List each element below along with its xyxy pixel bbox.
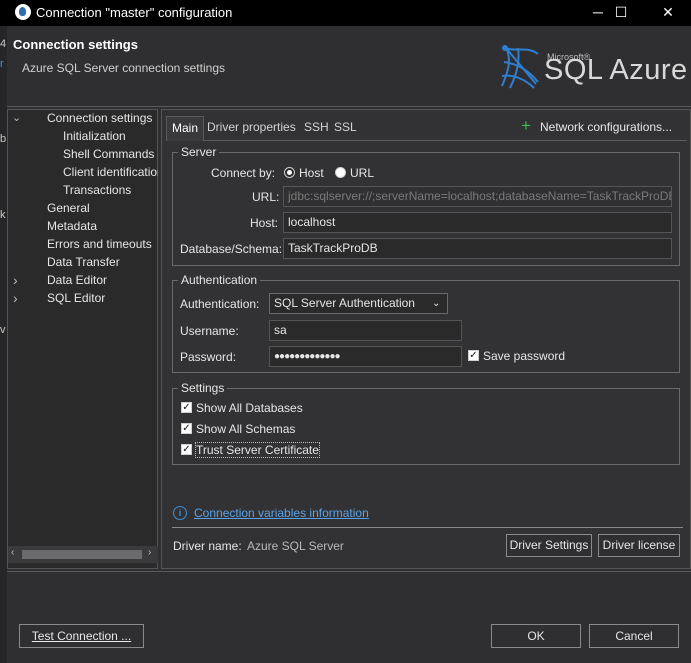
logo-text: SQL Azure — [544, 54, 688, 86]
window-title: Connection "master" configuration — [36, 5, 233, 20]
chevron-down-icon[interactable]: ⌄ — [12, 109, 21, 127]
chevron-down-icon[interactable]: ⌄ — [432, 294, 440, 313]
settings-legend: Settings — [181, 381, 225, 395]
password-label: Password: — [180, 350, 237, 364]
scroll-left-icon[interactable]: ‹ — [11, 547, 14, 558]
info-icon: i — [173, 506, 187, 520]
username-input[interactable]: sa — [269, 320, 462, 341]
show-all-schemas-checkbox[interactable]: ✓ — [181, 423, 192, 434]
url-label: URL: — [252, 190, 280, 204]
authentication-select[interactable]: SQL Server Authentication ⌄ — [269, 293, 448, 314]
divider — [172, 527, 683, 528]
tab-bar-divider — [167, 140, 687, 141]
edge-char: r — [0, 58, 4, 70]
host-radio-label[interactable]: Host — [299, 166, 324, 180]
tab-ssl[interactable]: SSL — [334, 120, 357, 134]
tree-item-client-identification[interactable]: Client identification — [63, 163, 158, 181]
page-title: Connection settings — [13, 37, 138, 52]
scroll-right-icon[interactable]: › — [148, 547, 151, 558]
edge-char: b — [0, 133, 7, 145]
host-label: Host: — [250, 216, 279, 230]
username-label: Username: — [180, 324, 239, 338]
driver-name-value: Azure SQL Server — [247, 539, 344, 553]
host-radio[interactable] — [284, 167, 295, 178]
connection-variables-link[interactable]: Connection variables information — [194, 506, 369, 520]
tree-item-transactions[interactable]: Transactions — [63, 181, 131, 199]
tree-item-initialization[interactable]: Initialization — [63, 127, 126, 145]
tab-main[interactable]: Main — [166, 116, 205, 141]
show-all-schemas-label[interactable]: Show All Schemas — [196, 422, 295, 436]
show-all-databases-label[interactable]: Show All Databases — [196, 401, 303, 415]
horizontal-scrollbar[interactable]: ‹ › — [8, 546, 158, 563]
tree-item-general[interactable]: General — [47, 199, 90, 217]
close-button[interactable]: ✕ — [645, 0, 691, 26]
ok-button[interactable]: OK — [491, 624, 581, 648]
tab-driver-properties[interactable]: Driver properties — [207, 120, 296, 134]
tab-ssh[interactable]: SSH — [304, 120, 329, 134]
network-configurations-button[interactable]: Network configurations... — [540, 120, 672, 134]
authentication-legend: Authentication — [181, 273, 258, 287]
tree-item-data-transfer[interactable]: Data Transfer — [47, 253, 120, 271]
tree-item-metadata[interactable]: Metadata — [47, 217, 97, 235]
chevron-right-icon[interactable]: › — [13, 271, 18, 289]
tree-item-connection-settings[interactable]: Connection settings — [47, 109, 152, 127]
chevron-right-icon[interactable]: › — [13, 289, 18, 307]
edge-char: 4 — [0, 38, 7, 50]
scrollbar-thumb[interactable] — [22, 550, 142, 559]
page-subtitle: Azure SQL Server connection settings — [22, 61, 225, 75]
database-input[interactable]: TaskTrackProDB — [283, 238, 672, 259]
show-all-databases-checkbox[interactable]: ✓ — [181, 402, 192, 413]
tree-item-data-editor[interactable]: Data Editor — [47, 271, 107, 289]
sql-azure-logo-icon — [501, 45, 539, 89]
connect-by-label: Connect by: — [211, 166, 276, 180]
url-input[interactable]: jdbc:sqlserver://;serverName=localhost;d… — [283, 186, 672, 207]
tree-item-errors-timeouts[interactable]: Errors and timeouts — [47, 235, 152, 253]
database-label: Database/Schema: — [180, 242, 283, 256]
maximize-button[interactable]: ☐ — [598, 0, 644, 26]
edge-char: v — [0, 324, 6, 336]
app-icon — [15, 4, 31, 20]
save-password-label[interactable]: Save password — [483, 349, 565, 363]
save-password-checkbox[interactable]: ✓ — [468, 350, 479, 361]
driver-settings-button[interactable]: Driver Settings — [506, 534, 592, 557]
add-icon[interactable]: + — [521, 117, 531, 135]
test-connection-label: Test Connection ... — [31, 629, 132, 643]
divider — [7, 106, 691, 107]
driver-name-label: Driver name: — [173, 539, 242, 553]
driver-license-button[interactable]: Driver license — [598, 534, 680, 557]
edge-char: k — [0, 209, 6, 221]
test-connection-button[interactable]: Test Connection ... — [19, 624, 144, 648]
divider — [7, 571, 691, 572]
trust-certificate-checkbox[interactable]: ✓ — [181, 444, 192, 455]
cancel-button[interactable]: Cancel — [589, 624, 679, 648]
url-radio[interactable] — [335, 167, 346, 178]
password-input[interactable]: ●●●●●●●●●●●●● — [269, 346, 462, 367]
background-window-edge — [0, 26, 7, 663]
tree-item-sql-editor[interactable]: SQL Editor — [47, 289, 105, 307]
authentication-label: Authentication: — [180, 297, 260, 311]
host-input[interactable]: localhost — [283, 212, 672, 233]
authentication-value: SQL Server Authentication — [274, 296, 415, 310]
server-legend: Server — [181, 145, 217, 159]
trust-certificate-label[interactable]: Trust Server Certificate — [195, 442, 320, 458]
url-radio-label[interactable]: URL — [350, 166, 374, 180]
tree-item-shell-commands[interactable]: Shell Commands — [63, 145, 154, 163]
